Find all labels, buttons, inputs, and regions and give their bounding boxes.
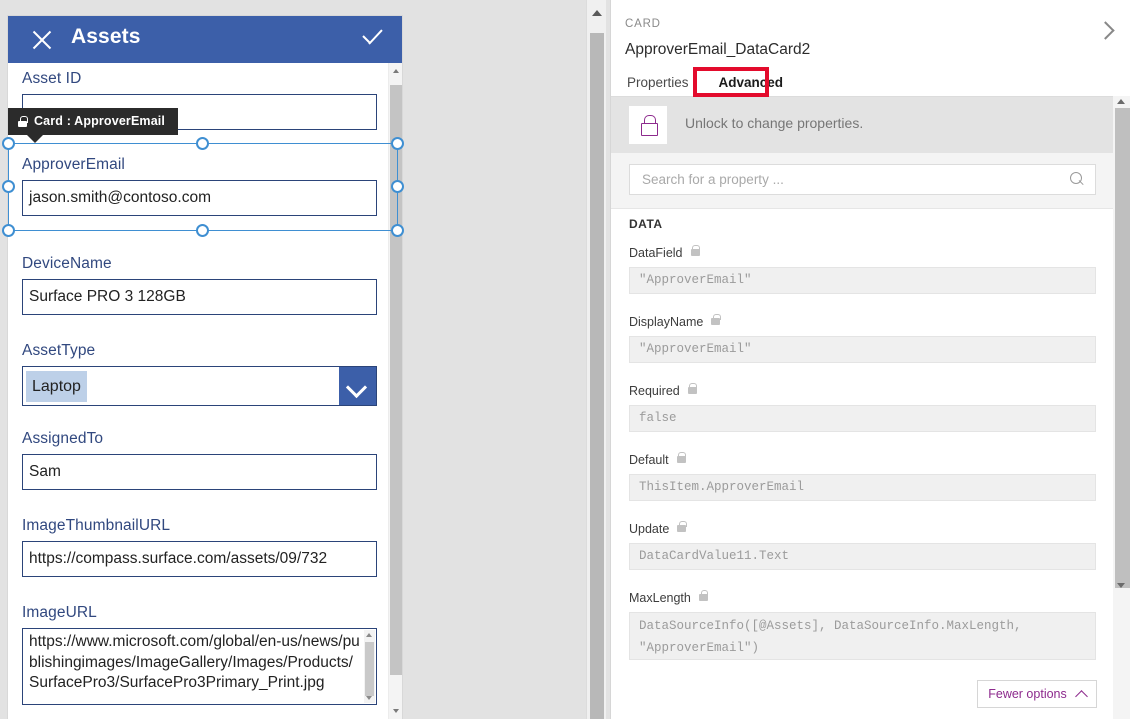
lock-icon xyxy=(677,520,687,532)
image-url-value: https://www.microsoft.com/global/en-us/n… xyxy=(29,633,360,691)
property-label: Default xyxy=(629,452,669,467)
property-datafield: DataField "ApproverEmail" xyxy=(629,244,1096,294)
scroll-down-arrow-icon[interactable] xyxy=(1117,583,1125,588)
lock-icon xyxy=(676,451,686,463)
approver-email-input[interactable]: jason.smith@contoso.com xyxy=(22,180,377,216)
property-value-displayname[interactable]: "ApproverEmail" xyxy=(629,336,1096,363)
asset-type-dropdown[interactable]: Laptop xyxy=(22,366,377,406)
property-default: Default ThisItem.ApproverEmail xyxy=(629,451,1096,501)
properties-panel-scrollbar[interactable] xyxy=(1113,96,1130,719)
scroll-up-arrow-icon[interactable] xyxy=(1117,99,1125,104)
scrollbar-thumb[interactable] xyxy=(365,642,374,696)
lock-icon xyxy=(641,115,658,136)
property-value-update[interactable]: DataCardValue11.Text xyxy=(629,543,1096,570)
scrollbar-thumb[interactable] xyxy=(390,85,402,675)
search-icon[interactable] xyxy=(1070,172,1085,187)
property-label: Required xyxy=(629,383,680,398)
unlock-banner: Unlock to change properties. xyxy=(611,97,1114,153)
tab-advanced[interactable]: Advanced xyxy=(717,71,786,94)
property-label: DataField xyxy=(629,245,683,260)
card-tooltip-label: Card : ApproverEmail xyxy=(34,114,166,128)
lock-icon xyxy=(687,382,698,394)
property-value-maxlength[interactable]: DataSourceInfo([@Assets], DataSourceInfo… xyxy=(629,612,1096,660)
lock-icon xyxy=(690,244,700,256)
form-field-assigned-to: AssignedTo Sam xyxy=(22,429,377,490)
unlock-button[interactable] xyxy=(629,106,667,144)
checkmark-icon[interactable] xyxy=(360,28,386,52)
property-displayname: DisplayName "ApproverEmail" xyxy=(629,313,1096,363)
image-url-textarea[interactable]: https://www.microsoft.com/global/en-us/n… xyxy=(22,628,377,705)
scroll-up-arrow-icon[interactable] xyxy=(366,633,372,637)
card-tooltip: Card : ApproverEmail xyxy=(8,108,179,143)
lock-icon xyxy=(698,589,709,601)
scroll-up-arrow-icon[interactable] xyxy=(393,69,399,73)
field-label: AssignedTo xyxy=(22,430,104,447)
close-icon[interactable] xyxy=(30,28,54,52)
property-maxlength: MaxLength DataSourceInfo([@Assets], Data… xyxy=(629,589,1096,660)
app-title: Assets xyxy=(71,25,141,48)
field-label: ImageURL xyxy=(22,604,97,621)
chevron-right-icon[interactable] xyxy=(1093,18,1117,42)
assigned-to-input[interactable]: Sam xyxy=(22,454,377,490)
lock-icon xyxy=(711,313,721,325)
lock-icon xyxy=(18,116,28,127)
scroll-down-arrow-icon[interactable] xyxy=(393,709,399,713)
device-name-input[interactable]: Surface PRO 3 128GB xyxy=(22,279,377,315)
design-canvas: Assets Asset ID ApproverEmail jason.smit… xyxy=(0,0,608,719)
image-thumbnail-url-input[interactable]: https://compass.surface.com/assets/09/73… xyxy=(22,541,377,577)
section-header-data: DATA xyxy=(629,217,663,231)
form-field-image-url: ImageURL https://www.microsoft.com/globa… xyxy=(22,603,377,705)
property-value-default[interactable]: ThisItem.ApproverEmail xyxy=(629,474,1096,501)
unlock-message: Unlock to change properties. xyxy=(685,115,864,131)
form-scrollbar[interactable] xyxy=(388,63,402,719)
asset-type-selected-value: Laptop xyxy=(26,371,87,402)
property-search-zone xyxy=(611,153,1114,209)
form-field-device-name: DeviceName Surface PRO 3 128GB xyxy=(22,254,377,315)
field-label: ApproverEmail xyxy=(22,156,125,173)
properties-panel: CARD ApproverEmail_DataCard2 Properties … xyxy=(610,0,1130,719)
property-label: Update xyxy=(629,521,670,536)
property-label: MaxLength xyxy=(629,590,691,605)
canvas-scrollbar[interactable] xyxy=(586,0,606,719)
field-label: ImageThumbnailURL xyxy=(22,517,171,534)
scrollbar-thumb[interactable] xyxy=(590,33,604,719)
form-field-asset-type: AssetType Laptop xyxy=(22,341,377,406)
form-field-image-thumbnail-url: ImageThumbnailURL https://compass.surfac… xyxy=(22,516,377,577)
scrollbar-thumb[interactable] xyxy=(1115,108,1130,588)
tab-properties[interactable]: Properties xyxy=(625,71,691,94)
property-value-datafield[interactable]: "ApproverEmail" xyxy=(629,267,1096,294)
property-value-required[interactable]: false xyxy=(629,405,1096,432)
scroll-down-arrow-icon[interactable] xyxy=(366,696,372,700)
property-label: DisplayName xyxy=(629,314,704,329)
chevron-up-icon xyxy=(1074,689,1088,703)
app-root: Assets Asset ID ApproverEmail jason.smit… xyxy=(0,0,1130,719)
property-list: DATA DataField "ApproverEmail" DisplayNa… xyxy=(611,210,1114,670)
fewer-options-button[interactable]: Fewer options xyxy=(977,680,1097,708)
form-field-approver-email: ApproverEmail jason.smith@contoso.com xyxy=(22,155,377,216)
app-header-bar: Assets xyxy=(8,16,402,63)
field-label: DeviceName xyxy=(22,255,112,272)
scroll-up-arrow-icon[interactable] xyxy=(592,10,602,16)
edit-form: Asset ID ApproverEmail jason.smith@conto… xyxy=(8,63,402,719)
property-search-box[interactable] xyxy=(629,164,1096,195)
panel-control-name: ApproverEmail_DataCard2 xyxy=(625,41,811,58)
field-label: Asset ID xyxy=(22,70,82,87)
panel-header: CARD ApproverEmail_DataCard2 Properties … xyxy=(611,0,1130,96)
fewer-options-label: Fewer options xyxy=(988,687,1067,701)
image-url-scrollbar[interactable] xyxy=(364,630,375,703)
field-label: AssetType xyxy=(22,342,96,359)
chevron-down-icon[interactable] xyxy=(339,367,376,405)
panel-tabs: Properties Advanced xyxy=(625,71,811,94)
property-update: Update DataCardValue11.Text xyxy=(629,520,1096,570)
property-required: Required false xyxy=(629,382,1096,432)
search-input[interactable] xyxy=(640,165,1060,194)
panel-kicker: CARD xyxy=(625,18,661,30)
